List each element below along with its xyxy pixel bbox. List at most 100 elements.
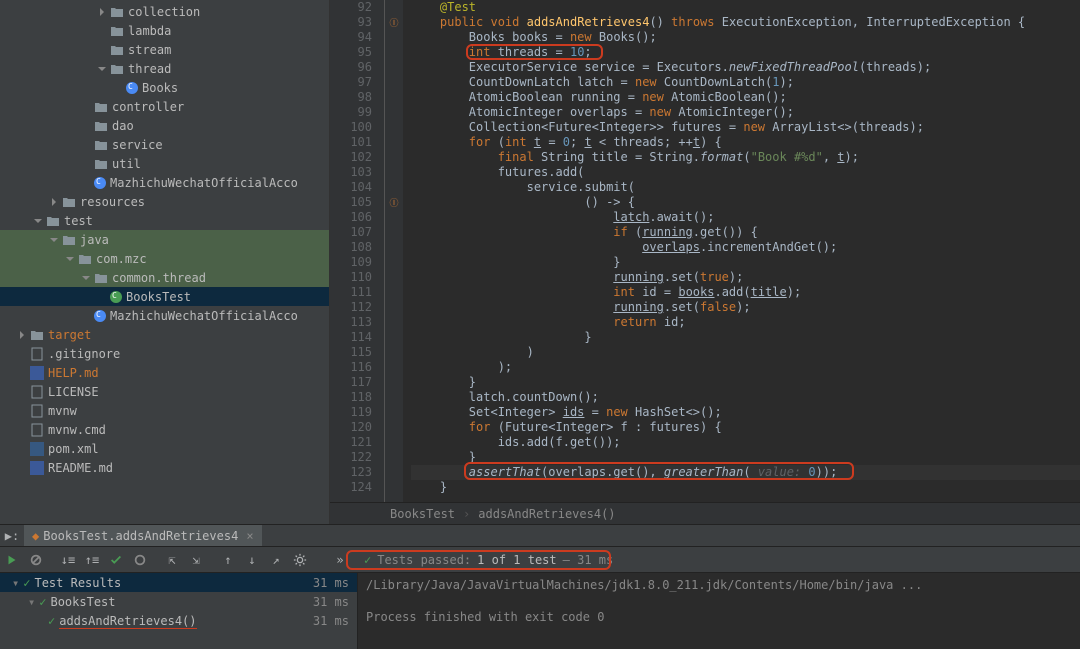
- code-line[interactable]: }: [411, 255, 1080, 270]
- implements-icon[interactable]: Ⓘ: [389, 16, 398, 29]
- twisty-down-icon[interactable]: ▾: [12, 576, 19, 590]
- breadcrumb-class[interactable]: BooksTest: [390, 507, 455, 521]
- test-result-row[interactable]: ✓ addsAndRetrieves4() 31 ms: [0, 611, 357, 630]
- sort-up-icon[interactable]: ↑≡: [80, 548, 104, 572]
- collapse-all-icon[interactable]: ⇲: [184, 548, 208, 572]
- tree-item[interactable]: dao: [0, 116, 329, 135]
- tree-item[interactable]: stream: [0, 40, 329, 59]
- test-time: 31 ms: [313, 595, 349, 609]
- tree-item[interactable]: lambda: [0, 21, 329, 40]
- scroll-to-end-icon[interactable]: »: [328, 548, 352, 572]
- code-line[interactable]: service.submit(: [411, 180, 1080, 195]
- code-line[interactable]: Collection<Future<Integer>> futures = ne…: [411, 120, 1080, 135]
- twisty-down-icon[interactable]: ▾: [28, 595, 35, 609]
- code-line[interactable]: running.set(true);: [411, 270, 1080, 285]
- settings-icon[interactable]: [288, 548, 312, 572]
- code-line[interactable]: final String title = String.format("Book…: [411, 150, 1080, 165]
- folder-icon: [110, 24, 124, 38]
- tree-item[interactable]: mvnw: [0, 401, 329, 420]
- expand-all-icon[interactable]: ⇱: [160, 548, 184, 572]
- code-line[interactable]: );: [411, 360, 1080, 375]
- export-results-icon[interactable]: ↗: [264, 548, 288, 572]
- code-line[interactable]: AtomicBoolean running = new AtomicBoolea…: [411, 90, 1080, 105]
- filter-ignored-icon[interactable]: [128, 548, 152, 572]
- twisty-down-icon[interactable]: [48, 234, 60, 246]
- tree-item[interactable]: collection: [0, 2, 329, 21]
- tree-item[interactable]: target: [0, 325, 329, 344]
- twisty-down-icon[interactable]: [96, 63, 108, 75]
- code-line[interactable]: ): [411, 345, 1080, 360]
- next-failed-icon[interactable]: ↓: [240, 548, 264, 572]
- run-tab-handle-icon[interactable]: ▶:: [0, 524, 24, 548]
- tree-item[interactable]: resources: [0, 192, 329, 211]
- code-line[interactable]: latch.countDown();: [411, 390, 1080, 405]
- code-line[interactable]: }: [411, 330, 1080, 345]
- filter-passed-icon[interactable]: [104, 548, 128, 572]
- tree-item[interactable]: README.md: [0, 458, 329, 477]
- code-line[interactable]: return id;: [411, 315, 1080, 330]
- tree-item[interactable]: pom.xml: [0, 439, 329, 458]
- code-line[interactable]: int threads = 10;: [411, 45, 1080, 60]
- code-line[interactable]: latch.await();: [411, 210, 1080, 225]
- code-line[interactable]: for (int t = 0; t < threads; ++t) {: [411, 135, 1080, 150]
- twisty-right-icon[interactable]: [96, 6, 108, 18]
- code-line[interactable]: overlaps.incrementAndGet();: [411, 240, 1080, 255]
- tree-item[interactable]: test: [0, 211, 329, 230]
- stop-button[interactable]: [24, 548, 48, 572]
- code-lines[interactable]: @Test public void addsAndRetrieves4() th…: [403, 0, 1080, 502]
- code-line[interactable]: AtomicInteger overlaps = new AtomicInteg…: [411, 105, 1080, 120]
- test-result-row[interactable]: ▾ ✓ BooksTest 31 ms: [0, 592, 357, 611]
- code-line[interactable]: futures.add(: [411, 165, 1080, 180]
- code-line[interactable]: running.set(false);: [411, 300, 1080, 315]
- tree-item[interactable]: MazhichuWechatOfficialAcco: [0, 173, 329, 192]
- code-line[interactable]: ids.add(f.get());: [411, 435, 1080, 450]
- rerun-button[interactable]: [0, 548, 24, 572]
- twisty-down-icon[interactable]: [64, 253, 76, 265]
- implements-icon[interactable]: Ⓘ: [389, 196, 398, 209]
- twisty-down-icon[interactable]: [80, 272, 92, 284]
- tree-item[interactable]: thread: [0, 59, 329, 78]
- code-line[interactable]: CountDownLatch latch = new CountDownLatc…: [411, 75, 1080, 90]
- code-line[interactable]: Set<Integer> ids = new HashSet<>();: [411, 405, 1080, 420]
- code-line[interactable]: }: [411, 480, 1080, 495]
- breadcrumb-method[interactable]: addsAndRetrieves4(): [478, 507, 615, 521]
- tree-item[interactable]: HELP.md: [0, 363, 329, 382]
- code-line[interactable]: int id = books.add(title);: [411, 285, 1080, 300]
- tree-item[interactable]: controller: [0, 97, 329, 116]
- tree-item[interactable]: java: [0, 230, 329, 249]
- code-line[interactable]: ExecutorService service = Executors.newF…: [411, 60, 1080, 75]
- tree-item[interactable]: Books: [0, 78, 329, 97]
- code-line[interactable]: assertThat(overlaps.get(), greaterThan( …: [411, 465, 1080, 480]
- twisty-down-icon[interactable]: [32, 215, 44, 227]
- code-line[interactable]: () -> {: [411, 195, 1080, 210]
- run-tab[interactable]: ◆ BooksTest.addsAndRetrieves4 ×: [24, 525, 262, 546]
- close-icon[interactable]: ×: [246, 529, 253, 543]
- code-line[interactable]: for (Future<Integer> f : futures) {: [411, 420, 1080, 435]
- test-result-row[interactable]: ▾ ✓ Test Results 31 ms: [0, 573, 357, 592]
- tree-item[interactable]: .gitignore: [0, 344, 329, 363]
- twisty-right-icon[interactable]: [16, 329, 28, 341]
- project-tree[interactable]: collection lambda stream thread Bookscontrol…: [0, 0, 330, 524]
- code-line[interactable]: @Test: [411, 0, 1080, 15]
- tree-item[interactable]: service: [0, 135, 329, 154]
- tree-item[interactable]: mvnw.cmd: [0, 420, 329, 439]
- previous-failed-icon[interactable]: ↑: [216, 548, 240, 572]
- console-output[interactable]: /Library/Java/JavaVirtualMachines/jdk1.8…: [358, 573, 1080, 649]
- code-line[interactable]: Books books = new Books();: [411, 30, 1080, 45]
- tree-item[interactable]: LICENSE: [0, 382, 329, 401]
- code-line[interactable]: }: [411, 375, 1080, 390]
- code-line[interactable]: if (running.get()) {: [411, 225, 1080, 240]
- sort-down-icon[interactable]: ↓≡: [56, 548, 80, 572]
- tree-item[interactable]: com.mzc: [0, 249, 329, 268]
- test-results-tree[interactable]: ▾ ✓ Test Results 31 ms ▾ ✓ BooksTest 31 …: [0, 573, 358, 649]
- tree-item-label: thread: [128, 62, 171, 76]
- tree-item[interactable]: MazhichuWechatOfficialAcco: [0, 306, 329, 325]
- code-editor[interactable]: 9293949596979899100101102103104105106107…: [330, 0, 1080, 524]
- tree-item[interactable]: common.thread: [0, 268, 329, 287]
- tree-item[interactable]: BooksTest: [0, 287, 329, 306]
- code-line[interactable]: }: [411, 450, 1080, 465]
- tree-item[interactable]: util: [0, 154, 329, 173]
- code-line[interactable]: public void addsAndRetrieves4() throws E…: [411, 15, 1080, 30]
- tree-item-label: lambda: [128, 24, 171, 38]
- twisty-right-icon[interactable]: [48, 196, 60, 208]
